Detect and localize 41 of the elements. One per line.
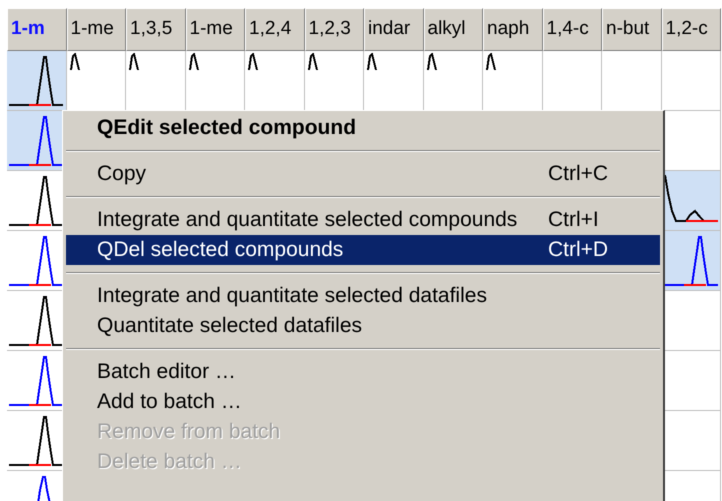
grid-cell[interactable] (186, 51, 245, 111)
column-header[interactable]: indar (364, 8, 424, 51)
menu-item-label: QDel selected compounds (97, 237, 344, 264)
column-header[interactable]: 1-me (186, 8, 245, 51)
menu-item[interactable]: Integrate and quantitate selected compounds Ctrl+I (66, 205, 660, 235)
menu-item[interactable]: Add to batch … (66, 387, 660, 417)
grid-cell[interactable] (66, 51, 126, 111)
column-header[interactable]: 1,2,3 (304, 8, 364, 51)
menu-item-label: Quantitate selected datafiles (97, 313, 362, 340)
menu-item[interactable]: Quantitate selected datafiles (66, 311, 660, 341)
shortcut-label: Ctrl+I (548, 207, 600, 234)
grid-cell[interactable] (483, 51, 542, 111)
shortcut-label: Ctrl+D (548, 237, 610, 264)
grid-cell[interactable] (542, 51, 602, 111)
menu-item[interactable]: Integrate and quantitate selected datafiles (66, 281, 660, 311)
grid-cell[interactable] (304, 51, 364, 111)
shortcut-label: Ctrl+C (548, 161, 610, 188)
menu-item-label: QEdit selected compound (97, 115, 356, 142)
menu-item-label: Add to batch … (97, 389, 242, 416)
menu-item-label: Batch editor … (97, 359, 236, 386)
menu-item[interactable]: Copy Ctrl+C (66, 159, 660, 189)
column-header[interactable]: 1,4-c (542, 8, 602, 51)
grid-cell[interactable] (662, 51, 721, 111)
grid-cell[interactable] (424, 51, 483, 111)
menu-item-label: Integrate and quantitate selected datafiles (97, 283, 487, 310)
column-header[interactable]: n-but (602, 8, 662, 51)
menu-item-label: Copy (97, 161, 146, 188)
column-header[interactable]: 1-me (66, 8, 126, 51)
column-header[interactable]: 1,3,5 (126, 8, 186, 51)
menu-item[interactable]: Batch editor … (66, 357, 660, 387)
grid-cell[interactable] (364, 51, 424, 111)
grid-cell[interactable] (245, 51, 304, 111)
menu-item-label: Integrate and quantitate selected compounds (97, 207, 518, 234)
column-header[interactable]: 1,2-c (662, 8, 721, 51)
column-header[interactable]: alkyl (424, 8, 483, 51)
column-header[interactable]: naph (483, 8, 542, 51)
column-header[interactable]: 1-m (7, 8, 66, 51)
menu-item[interactable]: QDel selected compounds Ctrl+D (66, 235, 660, 265)
column-header[interactable]: 1,2,4 (245, 8, 304, 51)
menu-item[interactable]: QEdit selected compound (66, 113, 660, 143)
grid-cell[interactable] (126, 51, 186, 111)
